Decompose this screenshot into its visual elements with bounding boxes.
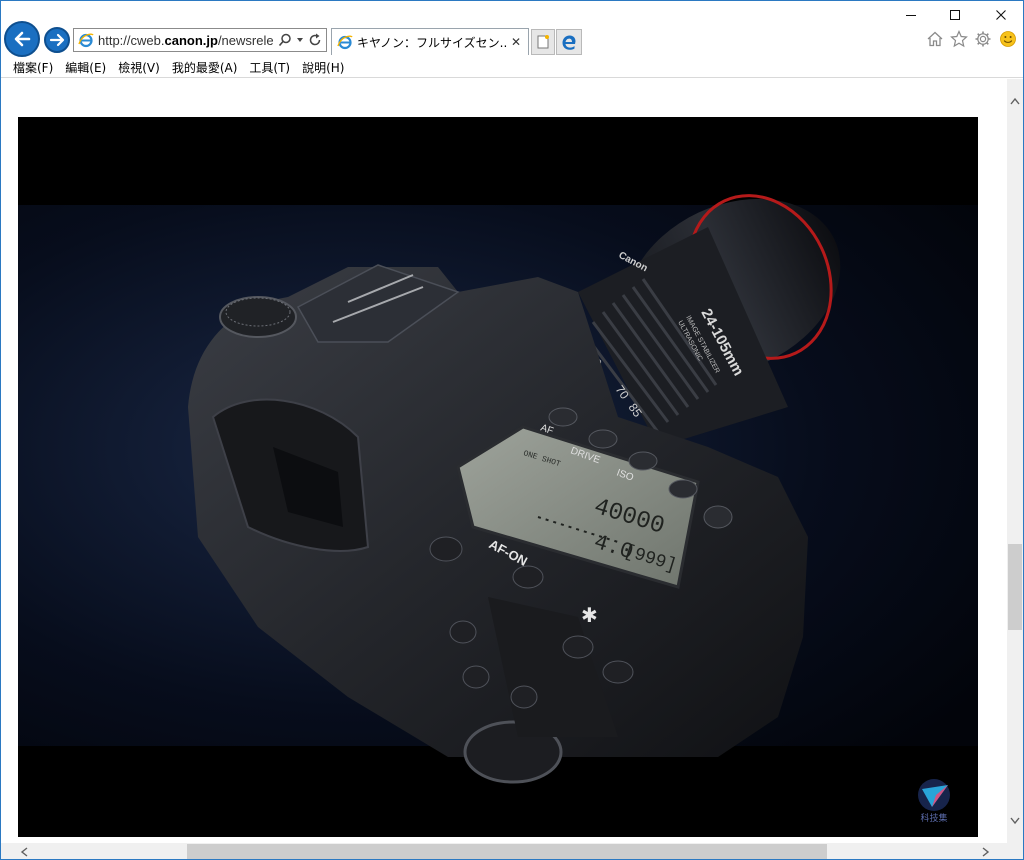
arrow-left-icon xyxy=(14,31,31,47)
favorites-button[interactable] xyxy=(949,29,969,49)
tab-active[interactable]: キヤノン：フルサイズセン... ✕ xyxy=(331,28,529,55)
url-domain: canon.jp xyxy=(164,32,218,48)
home-icon xyxy=(927,31,943,47)
watermark-text: 科技集 xyxy=(920,812,947,823)
maximize-icon xyxy=(950,10,960,20)
menu-file[interactable]: 檔案(F) xyxy=(7,59,59,76)
chevron-down-icon xyxy=(1010,817,1020,824)
camera-video-frame: 24-105mm IMAGE STABILIZER ULTRASONIC Can… xyxy=(18,194,978,784)
new-tab-icon xyxy=(537,35,549,49)
minimize-button[interactable] xyxy=(891,5,931,25)
ie-favicon-icon xyxy=(337,35,353,50)
video-player[interactable]: 24-105mm IMAGE STABILIZER ULTRASONIC Can… xyxy=(18,117,978,837)
forward-button[interactable] xyxy=(44,27,70,53)
back-button[interactable] xyxy=(4,21,40,57)
watermark-logo-icon: 科技集 xyxy=(918,779,950,823)
close-icon xyxy=(996,10,1006,20)
smiley-icon xyxy=(1000,31,1016,47)
navigation-bar: http://cweb.canon.jp/newsrelea xyxy=(1,1,1023,57)
star-button-label: ✱ xyxy=(581,605,598,627)
address-bar[interactable]: http://cweb.canon.jp/newsrelea xyxy=(73,28,327,52)
new-tab-button[interactable] xyxy=(531,29,555,55)
search-icon[interactable] xyxy=(278,33,292,47)
dropdown-arrow-icon[interactable] xyxy=(296,36,304,44)
scroll-up-button[interactable] xyxy=(1007,92,1023,109)
edge-icon xyxy=(562,35,576,50)
minimize-icon xyxy=(906,15,916,16)
tab-close-button[interactable]: ✕ xyxy=(511,35,521,49)
open-edge-button[interactable] xyxy=(556,29,582,55)
tools-button[interactable] xyxy=(973,29,993,49)
star-icon xyxy=(950,30,968,48)
menu-favorites[interactable]: 我的最愛(A) xyxy=(166,59,244,76)
scroll-down-button[interactable] xyxy=(1007,812,1023,829)
url-prefix: http://cweb. xyxy=(98,32,165,48)
arrow-right-icon xyxy=(49,33,65,47)
scroll-right-button[interactable] xyxy=(977,843,994,859)
ie-favicon-icon xyxy=(78,33,94,48)
maximize-button[interactable] xyxy=(935,5,975,25)
vertical-scroll-thumb[interactable] xyxy=(1008,544,1022,630)
gear-icon xyxy=(975,31,991,47)
browser-window: http://cweb.canon.jp/newsrelea xyxy=(0,0,1024,860)
horizontal-scroll-thumb[interactable] xyxy=(187,844,827,859)
menu-edit[interactable]: 編輯(E) xyxy=(59,59,112,76)
home-button[interactable] xyxy=(925,29,945,49)
horizontal-scrollbar[interactable] xyxy=(1,843,1007,859)
url-suffix: /newsrelea xyxy=(217,32,274,48)
refresh-icon[interactable] xyxy=(308,33,322,47)
scroll-left-button[interactable] xyxy=(15,843,32,859)
menu-help[interactable]: 說明(H) xyxy=(296,59,350,76)
scrollbar-corner xyxy=(1007,843,1023,859)
menu-tools[interactable]: 工具(T) xyxy=(243,59,296,76)
tab-title: キヤノン：フルサイズセン... xyxy=(357,35,507,50)
chevron-up-icon xyxy=(1010,97,1020,104)
chevron-right-icon xyxy=(982,846,989,857)
chevron-left-icon xyxy=(20,846,27,857)
menu-view[interactable]: 檢視(V) xyxy=(112,59,166,76)
vertical-scrollbar[interactable] xyxy=(1007,79,1023,843)
address-url[interactable]: http://cweb.canon.jp/newsrelea xyxy=(98,33,274,48)
menu-bar: 檔案(F) 編輯(E) 檢視(V) 我的最愛(A) 工具(T) 說明(H) xyxy=(1,57,1023,78)
close-window-button[interactable] xyxy=(981,5,1021,25)
page-content: 24-105mm IMAGE STABILIZER ULTRASONIC Can… xyxy=(1,79,1007,843)
feedback-button[interactable] xyxy=(998,29,1018,49)
